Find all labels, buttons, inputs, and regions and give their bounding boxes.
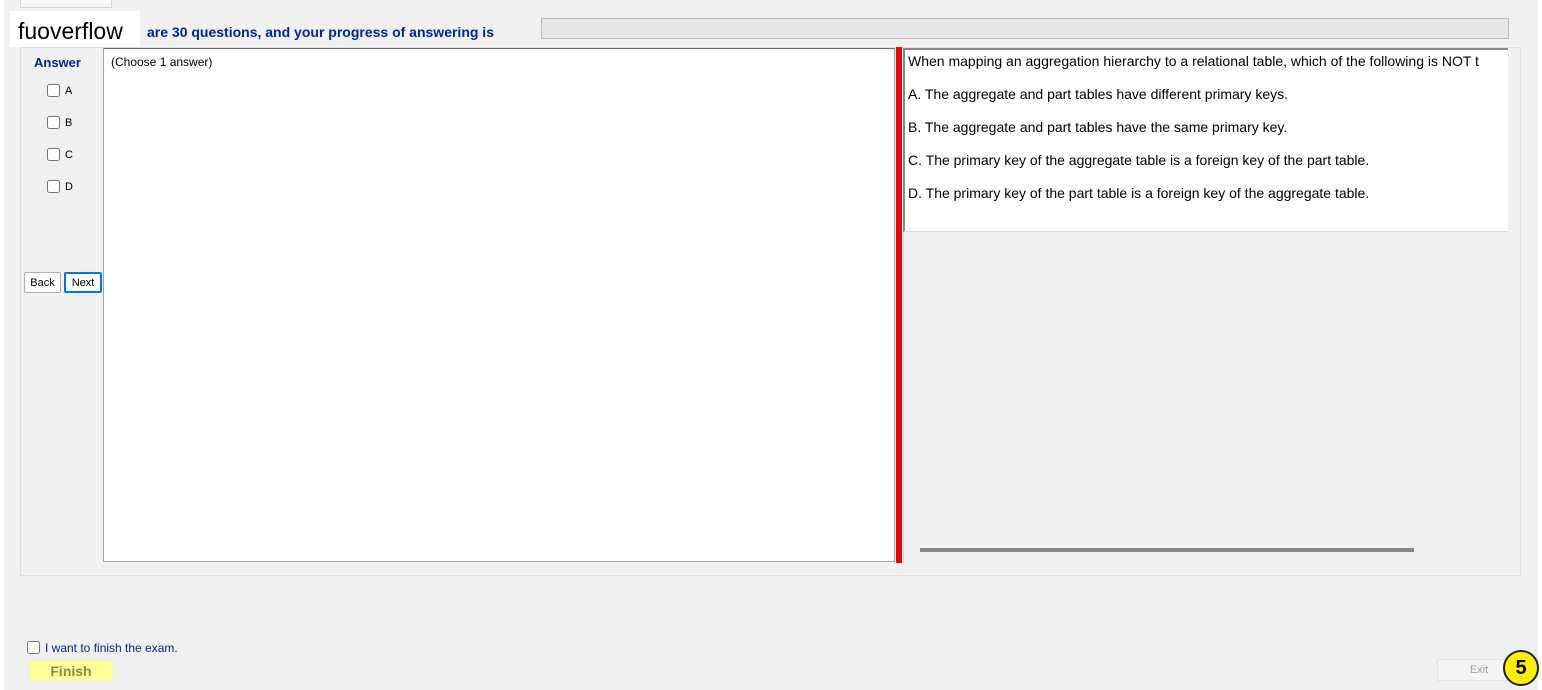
choice-c-text: C. The primary key of the aggregate tabl… <box>908 152 1370 168</box>
window-tab[interactable] <box>20 0 112 8</box>
finish-button[interactable]: Finish <box>29 660 113 681</box>
option-a-label: A <box>65 84 73 97</box>
horizontal-scrollbar[interactable] <box>920 548 1414 552</box>
pane-splitter[interactable] <box>896 47 902 563</box>
choose-hint: (Choose 1 answer) <box>111 55 213 69</box>
question-text: When mapping an aggregation hierarchy to… <box>908 53 1479 69</box>
progress-text: are 30 questions, and your progress of a… <box>147 24 494 40</box>
option-a[interactable]: A <box>47 84 72 98</box>
brand-watermark: fuoverflow <box>10 11 140 47</box>
finish-exam-option[interactable]: I want to finish the exam. <box>27 640 178 655</box>
option-a-checkbox[interactable] <box>47 84 60 97</box>
back-button[interactable]: Back <box>24 272 61 293</box>
answer-title: Answer <box>34 55 81 70</box>
option-c-label: C <box>65 148 73 161</box>
option-c[interactable]: C <box>47 148 73 162</box>
question-pane: When mapping an aggregation hierarchy to… <box>903 48 1508 232</box>
option-d-label: D <box>65 180 73 193</box>
answer-text-area[interactable]: (Choose 1 answer) <box>103 48 895 562</box>
option-b[interactable]: B <box>47 116 72 130</box>
progress-bar <box>541 18 1509 39</box>
option-d[interactable]: D <box>47 180 73 194</box>
question-lower-area <box>903 232 1508 562</box>
next-button[interactable]: Next <box>64 272 102 293</box>
choice-d-text: D. The primary key of the part table is … <box>908 185 1370 201</box>
finish-exam-label: I want to finish the exam. <box>45 640 178 655</box>
choice-b-text: B. The aggregate and part tables have th… <box>908 119 1288 135</box>
finish-exam-checkbox[interactable] <box>27 641 40 655</box>
choice-a-text: A. The aggregate and part tables have di… <box>908 86 1289 102</box>
option-b-label: B <box>65 116 73 129</box>
option-b-checkbox[interactable] <box>47 116 60 129</box>
count-badge: 5 <box>1503 650 1539 686</box>
option-c-checkbox[interactable] <box>47 148 60 161</box>
option-d-checkbox[interactable] <box>47 180 60 193</box>
